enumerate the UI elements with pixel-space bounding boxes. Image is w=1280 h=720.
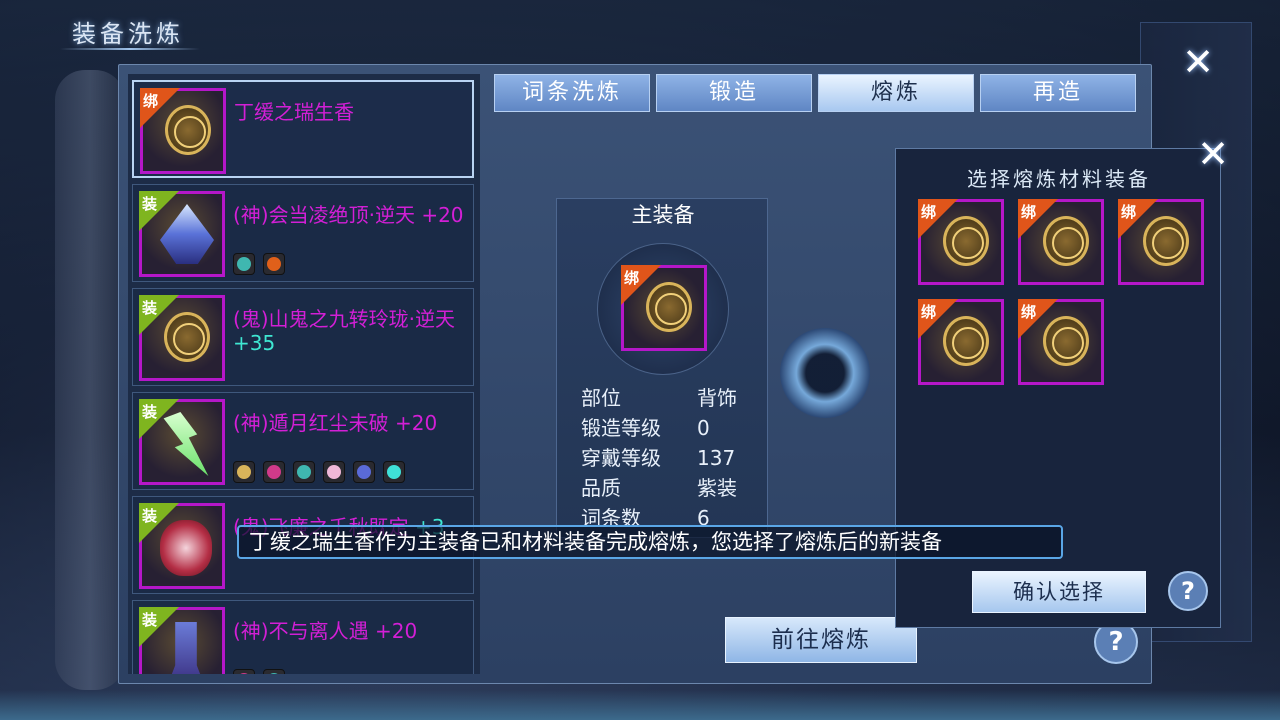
equipment-list[interactable]: 绑 丁缓之瑞生香 装 (神)会当凌绝顶·逆天 +20 装 (鬼)山鬼之九转玲珑·… xyxy=(128,74,480,674)
equipment-item-3[interactable]: 装 (神)遁月红尘未破 +20 xyxy=(132,392,474,490)
material-slot[interactable]: 绑 xyxy=(1118,199,1204,285)
equipment-name: (神)不与离人遇 +20 xyxy=(233,619,418,643)
equipment-icon: 装 xyxy=(139,191,225,277)
equipped-badge: 装 xyxy=(139,607,179,647)
equipment-icon: 装 xyxy=(139,503,225,589)
tab-smelt[interactable]: 熔炼 xyxy=(818,74,974,112)
material-slot[interactable]: 绑 xyxy=(1018,199,1104,285)
close-icon[interactable]: ✕ xyxy=(1178,42,1218,82)
orb-icon xyxy=(943,216,989,266)
gem-icon xyxy=(263,669,285,674)
orb-icon xyxy=(1043,216,1089,266)
material-slot[interactable]: 绑 xyxy=(1018,299,1104,385)
equipment-name: (神)遁月红尘未破 +20 xyxy=(233,411,438,435)
equipment-stats: 部位 背饰 锻造等级 0 穿戴等级 137 品质 紫装 词条数 6 xyxy=(581,383,737,533)
smelt-swirl-icon xyxy=(780,328,870,418)
equipment-icon: 装 xyxy=(139,399,225,485)
orb-icon xyxy=(165,105,211,155)
equipment-name: (鬼)山鬼之九转玲珑·逆天 +35 xyxy=(233,307,455,355)
lightning-icon xyxy=(163,412,209,476)
equipment-item-2[interactable]: 装 (鬼)山鬼之九转玲珑·逆天 +35 xyxy=(132,288,474,386)
gem-slots xyxy=(233,669,285,674)
gem-icon xyxy=(233,669,255,674)
equipment-name: (神)会当凌绝顶·逆天 +20 xyxy=(233,203,464,227)
gem-icon xyxy=(353,461,375,483)
tab-remake[interactable]: 再造 xyxy=(980,74,1136,112)
equipment-item-0[interactable]: 绑 丁缓之瑞生香 xyxy=(132,80,474,178)
orb-icon xyxy=(1143,216,1189,266)
smelt-result-subtitle: 丁缓之瑞生香作为主装备已和材料装备完成熔炼，您选择了熔炼后的新装备 xyxy=(237,525,1063,559)
equipment-icon: 装 xyxy=(139,607,225,674)
scroll-decoration xyxy=(55,70,125,690)
gem-icon xyxy=(263,253,285,275)
tab-affix-refine[interactable]: 词条洗炼 xyxy=(494,74,650,112)
orb-icon xyxy=(164,312,210,362)
equipment-item-1[interactable]: 装 (神)会当凌绝顶·逆天 +20 xyxy=(132,184,474,282)
gem-icon xyxy=(233,253,255,275)
bottom-glow xyxy=(0,690,1280,720)
mask-icon xyxy=(160,520,212,576)
material-slot[interactable]: 绑 xyxy=(918,199,1004,285)
gem-icon xyxy=(263,461,285,483)
confirm-selection-button[interactable]: 确认选择 xyxy=(972,571,1146,613)
tab-forge[interactable]: 锻造 xyxy=(656,74,812,112)
goto-smelt-button[interactable]: 前往熔炼 xyxy=(725,617,917,663)
stat-row: 部位 背饰 xyxy=(581,386,737,410)
gem-icon xyxy=(323,461,345,483)
material-panel-title: 选择熔炼材料装备 xyxy=(967,167,1151,191)
gem-icon xyxy=(233,461,255,483)
gem-icon xyxy=(293,461,315,483)
close-panel-icon[interactable]: ✕ xyxy=(1193,134,1233,174)
help-button[interactable]: ? xyxy=(1168,571,1208,611)
stat-row: 品质 紫装 xyxy=(581,476,737,500)
title-underline xyxy=(60,48,200,50)
boot-icon xyxy=(168,622,204,674)
orb-icon xyxy=(646,282,692,332)
stat-row: 穿戴等级 137 xyxy=(581,446,736,470)
main-equipment-title: 主装备 xyxy=(631,203,695,227)
function-tabs: 词条洗炼 锻造 熔炼 再造 xyxy=(494,74,1136,112)
page-title: 装备洗炼 xyxy=(72,20,184,48)
equipment-icon: 绑 xyxy=(140,88,226,174)
gem-slots xyxy=(233,461,405,483)
stat-row: 锻造等级 0 xyxy=(581,416,710,440)
material-slot[interactable]: 绑 xyxy=(918,299,1004,385)
main-equipment-panel: 主装备 绑 部位 背饰 锻造等级 0 穿戴等级 137 品质 紫装 词条数 6 xyxy=(556,198,768,538)
gem-slots xyxy=(233,253,285,275)
crystal-icon xyxy=(160,204,214,264)
orb-icon xyxy=(1043,316,1089,366)
main-equipment-slot[interactable]: 绑 xyxy=(621,265,707,351)
equipment-item-5[interactable]: 装 (神)不与离人遇 +20 xyxy=(132,600,474,674)
orb-icon xyxy=(943,316,989,366)
gem-icon xyxy=(383,461,405,483)
equipment-icon: 装 xyxy=(139,295,225,381)
equipment-name: 丁缓之瑞生香 xyxy=(234,100,354,124)
